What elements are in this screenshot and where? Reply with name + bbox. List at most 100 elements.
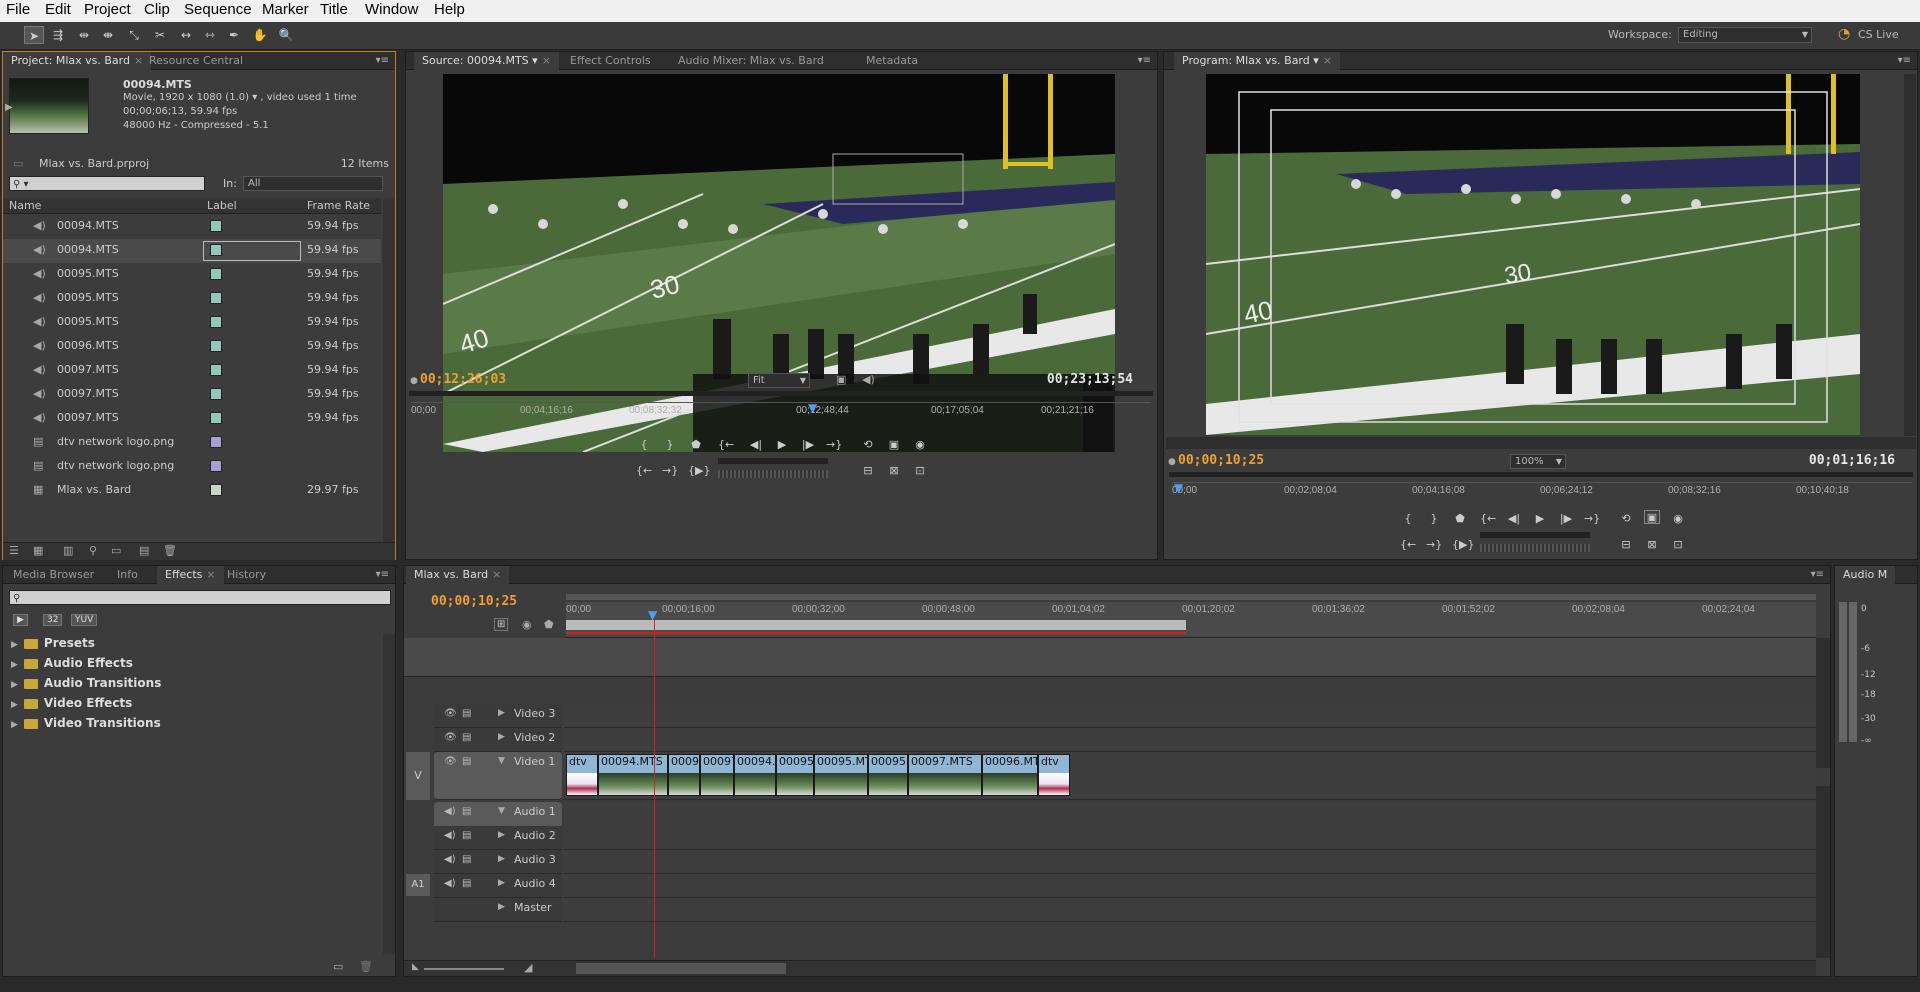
project-list-item[interactable]: ◀) 00096.MTS 59.94 fps — [3, 335, 381, 359]
zoom-slider[interactable] — [424, 968, 504, 970]
program-v-scrollbar[interactable] — [1904, 74, 1916, 436]
source-video-patch[interactable]: V — [406, 752, 430, 800]
project-list-item[interactable]: ◀) 00094.MTS 59.94 fps — [3, 215, 381, 239]
step-back-icon[interactable]: ◀| — [1506, 512, 1522, 526]
list-view-icon[interactable]: ☰ — [9, 544, 19, 557]
panel-menu-icon[interactable]: ▾≡ — [1138, 55, 1151, 66]
label-color-swatch[interactable] — [210, 316, 222, 328]
workspace-dropdown[interactable]: Editing ▼ — [1678, 27, 1812, 43]
expand-track-icon[interactable]: ▶ — [498, 830, 505, 840]
col-name[interactable]: Name — [9, 199, 41, 212]
toggle-audio-icon[interactable]: ◀) — [444, 806, 456, 817]
project-list-item[interactable]: ◀) 00097.MTS 59.94 fps — [3, 407, 381, 431]
program-playhead-icon[interactable]: ▼ — [1174, 481, 1183, 495]
menu-edit[interactable]: Edit — [45, 1, 71, 18]
tab-source[interactable]: Source: 00094.MTS ▾ × — [414, 52, 559, 70]
new-bin-icon[interactable]: ▭ — [111, 544, 121, 557]
step-forward-icon[interactable]: |▶ — [1558, 512, 1574, 526]
source-time-ruler[interactable]: 00;00 00;04;16;16 00;08;32;32 00;12;48;4… — [411, 401, 1151, 418]
menu-project[interactable]: Project — [84, 1, 131, 18]
output-icon[interactable]: ▣ — [836, 373, 846, 386]
timeline-h-scrollbar[interactable] — [576, 963, 786, 974]
folder-video-transitions[interactable]: ▶ Video Transitions — [11, 714, 161, 732]
go-to-out-icon[interactable]: →} — [1584, 512, 1600, 526]
project-list-item[interactable]: ◀) 00097.MTS 59.94 fps — [3, 383, 381, 407]
menu-sequence[interactable]: Sequence — [184, 1, 252, 18]
zoom-out-icon[interactable]: ◣ — [412, 962, 419, 972]
add-marker-icon[interactable]: ⬟ — [1452, 512, 1468, 526]
menu-file[interactable]: File — [6, 1, 30, 18]
safe-margins-icon[interactable]: ▣ — [886, 438, 902, 452]
icon-view-icon[interactable]: ▦ — [33, 544, 43, 557]
rate-stretch-tool-icon[interactable]: ⤡ — [124, 26, 144, 44]
loop-icon[interactable]: ⟲ — [860, 438, 876, 452]
sync-lock-icon[interactable]: ▤ — [462, 708, 471, 719]
expand-track-icon[interactable]: ▼ — [498, 756, 505, 766]
col-label[interactable]: Label — [207, 199, 237, 212]
tab-effect-controls[interactable]: Effect Controls — [562, 52, 659, 70]
sync-lock-icon[interactable]: ▤ — [462, 732, 471, 743]
project-scrollbar[interactable] — [383, 198, 395, 552]
play-in-to-out-icon[interactable]: {▶} — [1452, 538, 1474, 552]
output-menu-icon[interactable]: ◉ — [1670, 512, 1686, 526]
find-icon[interactable]: ⚲ — [89, 544, 97, 557]
step-forward-icon[interactable]: |▶ — [800, 438, 816, 452]
source-scrubber-track[interactable] — [409, 391, 1153, 396]
tab-audio-meters[interactable]: Audio M — [1835, 566, 1896, 584]
shuttle-slider[interactable] — [718, 458, 828, 464]
sync-lock-icon[interactable]: ▤ — [462, 878, 471, 889]
toggle-visibility-icon[interactable]: 👁 — [444, 732, 457, 743]
program-current-timecode[interactable]: 00;00;10;25 — [1178, 453, 1264, 468]
expand-track-icon[interactable]: ▶ — [498, 708, 505, 718]
tab-history[interactable]: History — [219, 566, 274, 584]
program-scrubber-track[interactable] — [1169, 472, 1913, 477]
play-preview-icon[interactable]: ▶ — [5, 102, 13, 113]
tab-audio-mixer[interactable]: Audio Mixer: Mlax vs. Bard — [670, 52, 832, 70]
lift-icon[interactable]: ⊟ — [1618, 538, 1634, 552]
label-color-swatch[interactable] — [210, 244, 222, 256]
sync-lock-icon[interactable]: ▤ — [462, 756, 471, 767]
folder-audio-effects[interactable]: ▶ Audio Effects — [11, 654, 133, 672]
go-to-out-icon[interactable]: →} — [826, 438, 842, 452]
label-color-swatch[interactable] — [210, 364, 222, 376]
track-header[interactable]: ◀) ▤ ▶ Audio 3 — [434, 850, 562, 874]
rolling-edit-tool-icon[interactable]: ⇼ — [98, 26, 118, 44]
label-color-swatch[interactable] — [210, 268, 222, 280]
cs-live-button[interactable]: CS Live — [1858, 28, 1899, 41]
add-marker-icon[interactable]: ⬟ — [688, 438, 704, 452]
track-header[interactable]: 👁 ▤ ▶ Video 3 — [434, 704, 562, 728]
source-audio-patch[interactable]: A1 — [406, 874, 430, 896]
expand-track-icon[interactable]: ▼ — [498, 806, 505, 816]
delete-icon[interactable]: 🗑 — [163, 544, 177, 557]
pen-tool-icon[interactable]: ✒ — [224, 26, 244, 44]
new-bin-icon[interactable]: ▭ — [333, 960, 343, 973]
jog-wheel[interactable] — [718, 470, 828, 478]
shuttle-left-icon[interactable]: {← — [636, 464, 652, 478]
label-color-swatch[interactable] — [210, 436, 222, 448]
project-list-item[interactable]: ◀) 00095.MTS 59.94 fps — [3, 263, 381, 287]
insert-icon[interactable]: ⊟ — [860, 464, 876, 478]
panel-menu-icon[interactable]: ▾≡ — [1898, 55, 1911, 66]
timeline-playhead-icon[interactable]: ▼ — [648, 608, 657, 622]
folder-audio-transitions[interactable]: ▶ Audio Transitions — [11, 674, 161, 692]
slip-tool-icon[interactable]: ↔ — [176, 26, 196, 44]
jog-wheel[interactable] — [1480, 544, 1590, 552]
panel-menu-icon[interactable]: ▾≡ — [376, 569, 389, 580]
sync-lock-icon[interactable]: ▤ — [462, 854, 471, 865]
program-video-frame[interactable]: 40 30 — [1206, 74, 1860, 435]
label-color-swatch[interactable] — [210, 220, 222, 232]
project-search-input[interactable]: ⚲ ▾ — [9, 176, 205, 191]
mark-in-icon[interactable]: { — [1400, 512, 1416, 526]
hand-tool-icon[interactable]: ✋ — [250, 26, 270, 44]
program-time-ruler[interactable]: 00;00 00;02;08;04 00;04;16;08 00;06;24;1… — [1172, 481, 1912, 498]
project-list-item[interactable]: ▤ dtv network logo.png — [3, 455, 381, 479]
menu-marker[interactable]: Marker — [262, 1, 309, 18]
playhead-line[interactable] — [654, 620, 655, 958]
overlay-icon[interactable]: ⊠ — [886, 464, 902, 478]
expand-track-icon[interactable]: ▶ — [498, 878, 505, 888]
new-item-icon[interactable]: ▤ — [139, 544, 149, 557]
track-header[interactable]: ◀) ▤ ▶ Audio 2 — [434, 826, 562, 850]
project-list-item[interactable]: ▤ dtv network logo.png — [3, 431, 381, 455]
shuttle-slider[interactable] — [1480, 532, 1590, 538]
tab-info[interactable]: Info — [109, 566, 146, 584]
